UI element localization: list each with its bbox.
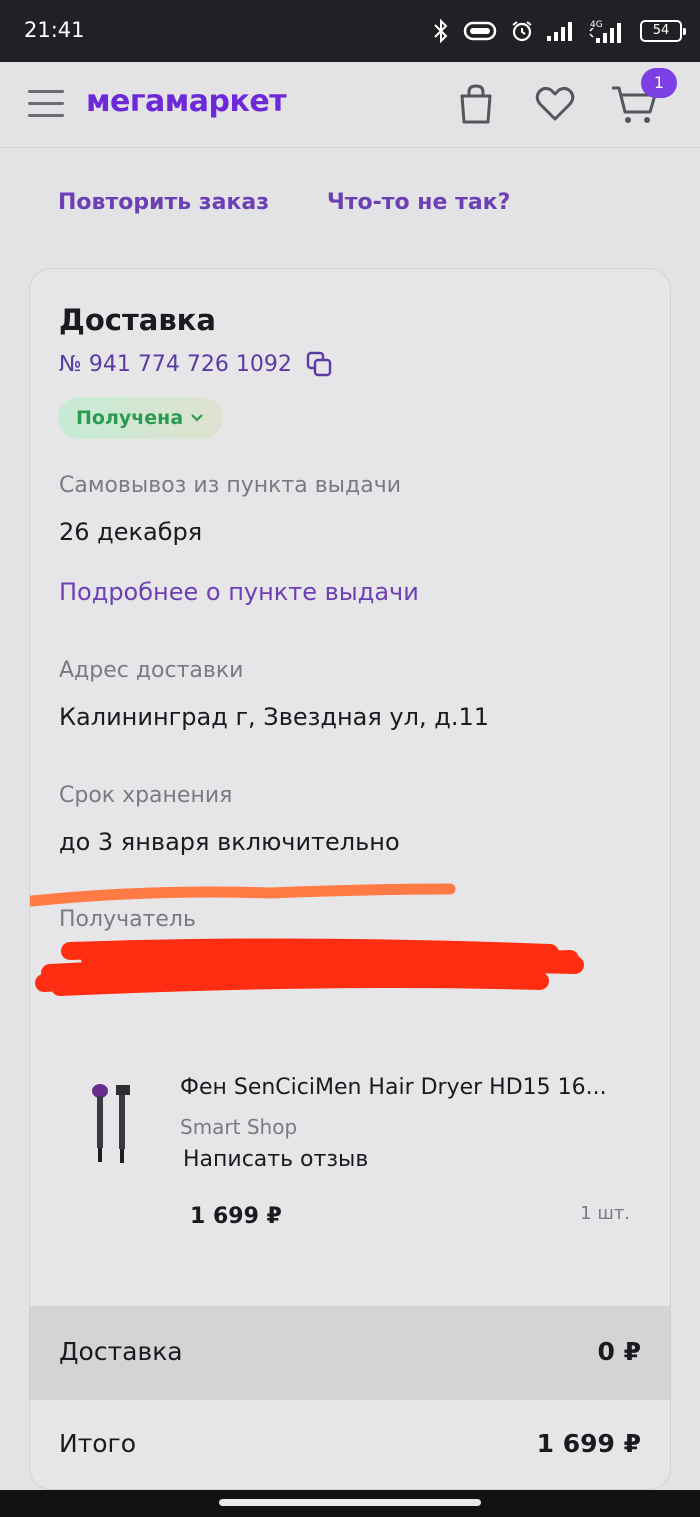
delivery-cost-value: 0 ₽: [597, 1337, 642, 1366]
order-actions: Повторить заказ Что-то не так?: [58, 190, 510, 215]
vibrate-icon: [463, 21, 497, 41]
pickup-label: Самовывоз из пункта выдачи: [59, 473, 402, 498]
chevron-down-icon: [191, 414, 203, 422]
cart-count-badge: 1: [641, 68, 677, 98]
product-quantity: 1 шт.: [580, 1203, 630, 1224]
redaction-scribble: [30, 883, 584, 996]
report-problem-button[interactable]: Что-то не так?: [327, 190, 510, 215]
status-bar: 21:41 4G 54: [0, 0, 700, 62]
product-image: [92, 1084, 130, 1163]
total-label: Итого: [59, 1429, 136, 1458]
pickup-date: 26 декабря: [59, 518, 203, 546]
address-label: Адрес доставки: [59, 658, 244, 683]
app-header: мегамаркет: [0, 62, 700, 148]
storage-label: Срок хранения: [59, 783, 233, 808]
signal-4g-icon: 4G: [589, 20, 621, 43]
orders-bag-icon[interactable]: [454, 82, 498, 126]
status-time: 21:41: [24, 18, 85, 42]
order-title: Доставка: [59, 303, 216, 337]
total-value: 1 699 ₽: [536, 1429, 641, 1458]
repeat-order-button[interactable]: Повторить заказ: [58, 190, 269, 215]
product-shop[interactable]: Smart Shop: [180, 1115, 297, 1139]
order-status-badge[interactable]: Получена: [58, 397, 224, 439]
product-price: 1 699 ₽: [190, 1204, 282, 1229]
pickup-point-link[interactable]: Подробнее о пункте выдачи: [59, 578, 419, 606]
menu-icon[interactable]: [28, 90, 64, 118]
storage-value: до 3 января включительно: [59, 828, 400, 856]
battery-icon: 54: [640, 20, 686, 42]
product-title[interactable]: Фен SenCiciMen Hair Dryer HD15 16...: [180, 1075, 650, 1100]
address-value: Калининград г, Звездная ул, д.11: [59, 703, 489, 731]
order-number[interactable]: № 941 774 726 1092: [59, 351, 332, 377]
favorites-heart-icon[interactable]: [533, 82, 577, 126]
status-icons: 4G 54: [432, 14, 686, 48]
home-gesture-handle[interactable]: [219, 1499, 481, 1506]
delivery-cost-label: Доставка: [59, 1337, 183, 1366]
bluetooth-icon: [434, 18, 448, 44]
alarm-icon: [512, 21, 532, 42]
signal-icon: [547, 22, 572, 41]
copy-icon[interactable]: [306, 351, 332, 377]
brand-logo[interactable]: мегамаркет: [86, 84, 287, 119]
order-card: Доставка № 941 774 726 1092 Получена Сам…: [29, 268, 671, 1490]
write-review-link[interactable]: Написать отзыв: [183, 1147, 368, 1172]
order-number-text: № 941 774 726 1092: [59, 351, 292, 377]
order-status-text: Получена: [76, 407, 184, 429]
gesture-bar: [0, 1490, 700, 1517]
